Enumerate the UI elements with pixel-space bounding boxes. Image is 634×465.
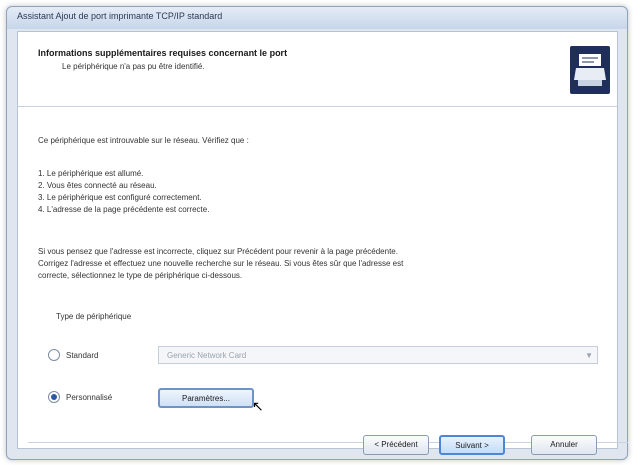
- cancel-button[interactable]: Annuler: [531, 435, 597, 455]
- radio-custom[interactable]: Personnalisé: [48, 391, 112, 403]
- parameters-button[interactable]: Paramètres...: [158, 388, 254, 408]
- title-bar[interactable]: Assistant Ajout de port imprimante TCP/I…: [7, 7, 627, 29]
- check-list: 1. Le périphérique est allumé. 2. Vous ê…: [38, 168, 209, 216]
- window-title: Assistant Ajout de port imprimante TCP/I…: [17, 11, 223, 21]
- standard-device-select: Generic Network Card ▼: [158, 346, 598, 364]
- wizard-header: Informations supplémentaires requises co…: [18, 32, 617, 107]
- wizard-panel: Informations supplémentaires requises co…: [17, 31, 628, 449]
- check-item: 1. Le périphérique est allumé.: [38, 169, 144, 178]
- wizard-window: Assistant Ajout de port imprimante TCP/I…: [6, 6, 628, 460]
- check-item: 3. Le périphérique est configuré correct…: [38, 193, 202, 202]
- radio-standard[interactable]: Standard: [48, 349, 98, 361]
- advice-line: Corrigez l'adresse et effectuez une nouv…: [38, 259, 404, 268]
- advice-line: Si vous pensez que l'adresse est incorre…: [38, 247, 398, 256]
- mouse-cursor-icon: ↖: [252, 398, 264, 414]
- device-type-label: Type de périphérique: [56, 312, 132, 321]
- check-item: 4. L'adresse de la page précédente est c…: [38, 205, 210, 214]
- advice-paragraph: Si vous pensez que l'adresse est incorre…: [38, 246, 608, 282]
- next-button[interactable]: Suivant >: [439, 435, 505, 455]
- radio-standard-circle[interactable]: [48, 349, 60, 361]
- chevron-down-icon: ▼: [585, 351, 593, 360]
- radio-custom-label: Personnalisé: [66, 392, 113, 402]
- header-title: Informations supplémentaires requises co…: [38, 48, 288, 58]
- radio-standard-label: Standard: [66, 350, 99, 360]
- previous-button[interactable]: < Précédent: [363, 435, 429, 455]
- standard-device-value: Generic Network Card: [167, 351, 247, 360]
- printer-port-icon: [570, 46, 610, 94]
- advice-line: correcte, sélectionnez le type de périph…: [38, 271, 243, 280]
- check-item: 2. Vous êtes connecté au réseau.: [38, 181, 157, 190]
- radio-custom-circle[interactable]: [48, 391, 60, 403]
- header-subtitle: Le périphérique n'a pas pu être identifi…: [62, 62, 205, 71]
- intro-text: Ce périphérique est introuvable sur le r…: [38, 136, 249, 145]
